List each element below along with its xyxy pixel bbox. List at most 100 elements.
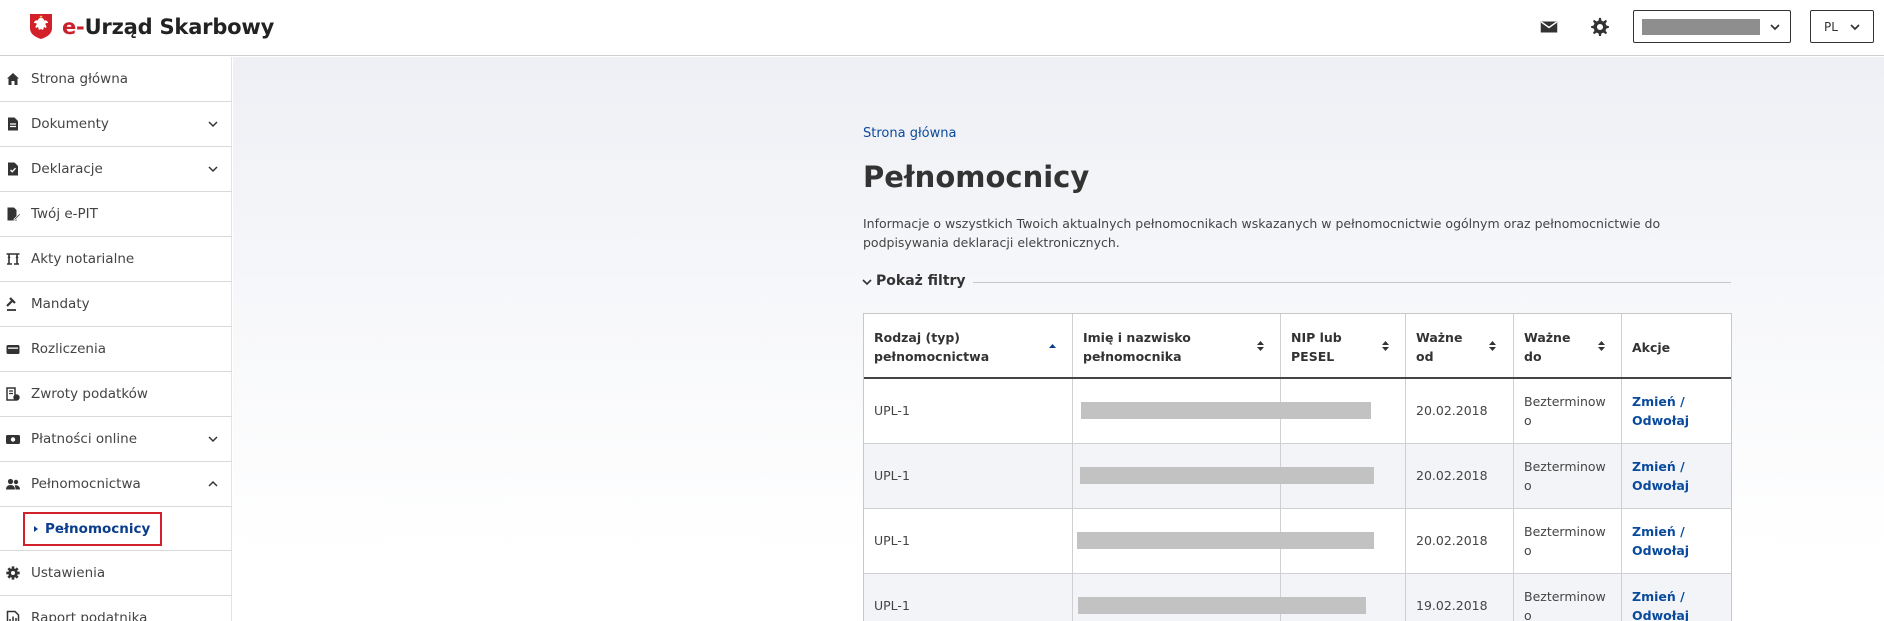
document-icon: [8, 117, 18, 131]
cell-value: 20.02.2018: [1416, 533, 1488, 548]
sidebar-item-zwroty-podatkow[interactable]: Zwroty podatków: [0, 372, 232, 417]
cell-valid-from: 19.02.2018: [1406, 574, 1514, 621]
cell-name: [1073, 379, 1371, 443]
sort-icon[interactable]: [1381, 339, 1390, 353]
cell-valid-from: 20.02.2018: [1406, 379, 1514, 443]
column-header-valid-from[interactable]: Ważne od: [1406, 314, 1514, 377]
mail-icon[interactable]: [1538, 16, 1560, 38]
cell-name: [1073, 509, 1374, 573]
action-line: Odwołaj: [1632, 478, 1690, 493]
column-header-text: Ważne do: [1524, 328, 1570, 366]
column-header-valid-to[interactable]: Ważne do: [1514, 314, 1622, 377]
column-header-actions: Akcje: [1622, 314, 1731, 377]
brand[interactable]: e-Urząd Skarbowy: [29, 13, 274, 40]
change-revoke-link[interactable]: Zmień / Odwołaj: [1632, 457, 1689, 495]
sort-icon[interactable]: [1256, 339, 1265, 353]
sort-ascending-icon[interactable]: [1048, 339, 1057, 353]
table-row: UPL-1 19.02.2018 Bezterminow o Zmień / Odw…: [864, 574, 1731, 621]
cell-value: UPL-1: [874, 598, 910, 613]
cell-nip: [1281, 379, 1406, 443]
sidebar-item-label: Ustawienia: [31, 565, 106, 581]
cell-value: 20.02.2018: [1416, 468, 1488, 483]
gear-icon[interactable]: [1589, 16, 1611, 38]
sidebar-item-twoj-e-pit[interactable]: Twój e-PIT: [0, 192, 232, 237]
cell-actions: Zmień / Odwołaj: [1622, 574, 1731, 621]
sidebar-item-raport-podatnika[interactable]: Raport podatnika: [0, 596, 232, 621]
chevron-down-icon: [1770, 24, 1780, 31]
column-header-text: Rodzaj (typ) pełnomocnictwa: [874, 328, 989, 366]
column-header-type[interactable]: Rodzaj (typ) pełnomocnictwa: [864, 314, 1073, 377]
caret-right-icon: [34, 526, 38, 532]
notary-icon: [6, 253, 20, 265]
sidebar-item-strona-glowna[interactable]: Strona główna: [0, 57, 232, 102]
redacted-user-name: [1642, 19, 1760, 35]
sidebar-subitem-pelnomocnicy[interactable]: Pełnomocnicy: [23, 512, 162, 546]
sidebar-nav: Strona główna Dokumenty Deklaracje Twój …: [0, 57, 232, 621]
pen-document-icon: [7, 207, 21, 221]
main-content: Strona główna Pełnomocnicy Informacje o …: [233, 57, 1884, 621]
cell-valid-to: Bezterminow o: [1514, 509, 1622, 573]
cell-name: [1073, 444, 1374, 508]
column-header-text: Akcje: [1632, 340, 1671, 355]
cell-value: 20.02.2018: [1416, 403, 1488, 418]
action-line: Zmień /: [1632, 524, 1685, 539]
user-select[interactable]: [1633, 10, 1791, 43]
chevron-down-icon: [208, 166, 218, 173]
show-filters-toggle[interactable]: Pokaż filtry: [861, 273, 1731, 293]
sidebar-item-label: Deklaracje: [31, 161, 103, 177]
action-line: Odwołaj: [1632, 543, 1690, 558]
cell-type: UPL-1: [864, 509, 1073, 573]
sort-icon[interactable]: [1488, 339, 1497, 353]
sidebar-item-pelnomocnictwa[interactable]: Pełnomocnictwa: [0, 462, 232, 507]
cell-type: UPL-1: [864, 574, 1073, 621]
breadcrumb-home-link[interactable]: Strona główna: [863, 126, 956, 141]
column-header-nip[interactable]: NIP lub PESEL: [1281, 314, 1406, 377]
cell-value: UPL-1: [874, 468, 910, 483]
column-header-text: Imię i nazwisko pełnomocnika: [1083, 328, 1191, 366]
users-icon: [6, 478, 20, 490]
action-line: Odwołaj: [1632, 608, 1690, 621]
cell-value: UPL-1: [874, 403, 910, 418]
payment-icon: [6, 435, 20, 444]
page-title: Pełnomocnicy: [863, 160, 1090, 194]
action-line: Zmień /: [1632, 394, 1685, 409]
app-title-prefix: e-: [62, 14, 85, 39]
chevron-up-icon: [208, 480, 218, 487]
sidebar-subitem-label: Pełnomocnicy: [45, 521, 151, 537]
change-revoke-link[interactable]: Zmień / Odwołaj: [1632, 522, 1689, 560]
sidebar-item-label: Dokumenty: [31, 116, 109, 132]
sidebar-item-mandaty[interactable]: Mandaty: [0, 282, 232, 327]
sidebar-item-platnosci-online[interactable]: Płatności online: [0, 417, 232, 462]
sidebar-item-ustawienia[interactable]: Ustawienia: [0, 551, 232, 596]
gavel-icon: [6, 297, 16, 311]
sidebar-item-rozliczenia[interactable]: Rozliczenia: [0, 327, 232, 372]
chevron-down-icon: [208, 121, 218, 128]
change-revoke-link[interactable]: Zmień / Odwołaj: [1632, 392, 1689, 430]
chevron-down-icon: [208, 436, 218, 443]
sidebar-item-dokumenty[interactable]: Dokumenty: [0, 102, 232, 147]
header-line: PESEL: [1291, 349, 1335, 364]
cell-type: UPL-1: [864, 379, 1073, 443]
header-line: Ważne: [1524, 330, 1571, 345]
column-header-text: NIP lub PESEL: [1291, 328, 1342, 366]
cell-actions: Zmień / Odwołaj: [1622, 379, 1731, 443]
sidebar-subitem-container: Pełnomocnicy: [0, 507, 232, 551]
chevron-down-icon: [862, 279, 872, 286]
cell-value: UPL-1: [874, 533, 910, 548]
attorneys-table: Rodzaj (typ) pełnomocnictwa Imię i nazwis…: [863, 313, 1732, 621]
header-line: Imię i nazwisko: [1083, 330, 1191, 345]
header-line: NIP lub: [1291, 330, 1342, 345]
sort-icon[interactable]: [1597, 339, 1606, 353]
sidebar-item-akty-notarialne[interactable]: Akty notarialne: [0, 237, 232, 282]
app-title: e-Urząd Skarbowy: [62, 15, 274, 39]
cell-line: o: [1524, 608, 1532, 621]
intro-text: Informacje o wszystkich Twoich aktualnyc…: [863, 216, 1661, 250]
change-revoke-link[interactable]: Zmień / Odwołaj: [1632, 587, 1689, 621]
action-line: Odwołaj: [1632, 413, 1690, 428]
sidebar-item-deklaracje[interactable]: Deklaracje: [0, 147, 232, 192]
cell-value: Bezterminow o: [1524, 587, 1606, 621]
language-select[interactable]: PL: [1810, 10, 1874, 43]
column-header-name[interactable]: Imię i nazwisko pełnomocnika: [1073, 314, 1281, 377]
declaration-icon: [8, 162, 18, 176]
language-value: PL: [1824, 20, 1838, 34]
